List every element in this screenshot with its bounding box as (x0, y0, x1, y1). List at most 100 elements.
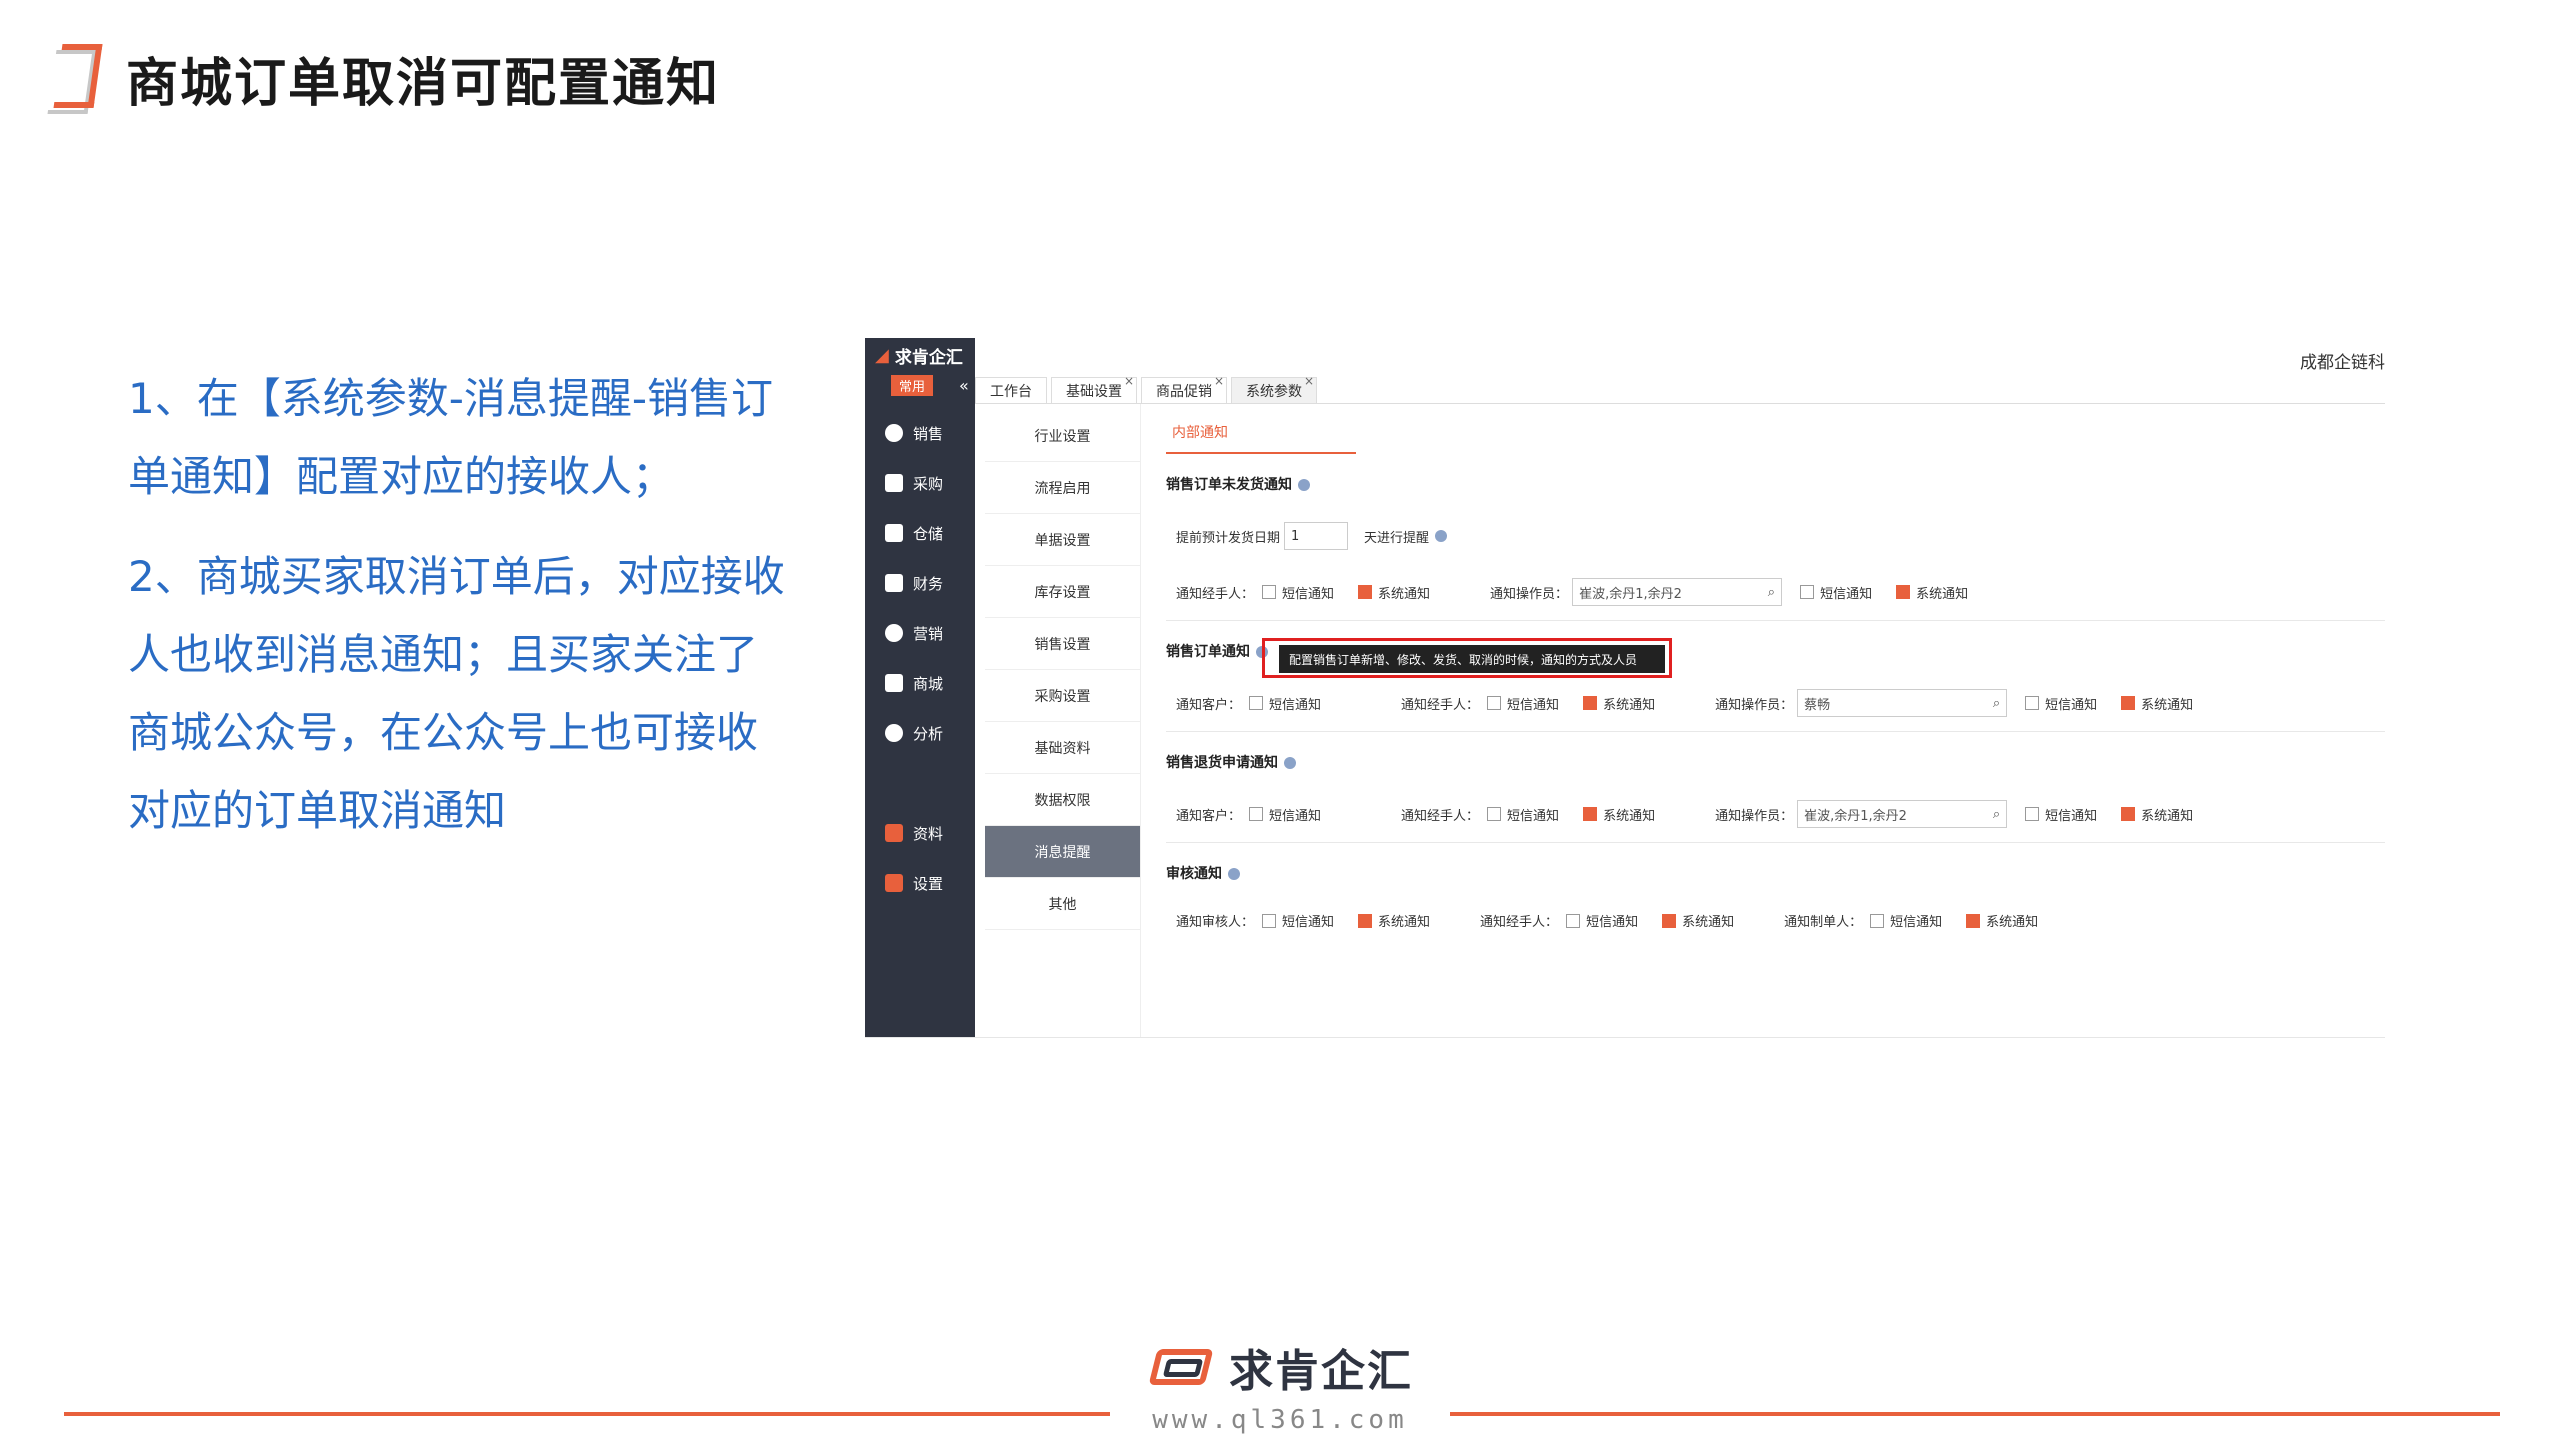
sms-option[interactable]: 短信通知 (2021, 694, 2097, 713)
nav-item-sales[interactable]: 销售 (865, 408, 975, 458)
sys-option[interactable]: 系统通知 (1892, 583, 1968, 602)
sub-item[interactable]: 数据权限 (985, 774, 1140, 826)
checkbox[interactable] (1358, 585, 1373, 599)
checkbox[interactable] (1870, 913, 1885, 928)
sms-option[interactable]: 短信通知 (2021, 805, 2097, 824)
data-icon (885, 824, 903, 842)
sub-item[interactable]: 基础资料 (985, 722, 1140, 774)
notify-row: 通知客户： 短信通知 通知经手人： 短信通知 系统通知 通知操作员： 蔡畅 ⌕ 短… (1166, 689, 2385, 717)
tab-promotion[interactable]: 商品促销 × (1141, 374, 1227, 403)
checkbox[interactable] (1896, 585, 1911, 599)
sys-option[interactable]: 系统通知 (1354, 911, 1430, 930)
search-icon[interactable]: ⌕ (1993, 696, 2000, 711)
option-label: 短信通知 (1282, 915, 1335, 930)
sms-option[interactable]: 短信通知 (1245, 805, 1321, 824)
checkbox[interactable] (1800, 585, 1815, 599)
days-suffix: 天进行提醒 (1364, 530, 1430, 546)
sys-option[interactable]: 系统通知 (1579, 694, 1655, 713)
nav-label: 营销 (913, 624, 944, 643)
nav-item-data[interactable]: 资料 (865, 808, 975, 858)
nav-item-settings[interactable]: 设置 (865, 858, 975, 908)
sub-item[interactable]: 单据设置 (985, 514, 1140, 566)
checkbox[interactable] (1249, 807, 1264, 821)
sub-item[interactable]: 行业设置 (985, 410, 1140, 462)
option-label: 短信通知 (2045, 808, 2098, 824)
sys-option[interactable]: 系统通知 (2117, 694, 2193, 713)
close-icon[interactable]: × (1304, 374, 1314, 388)
sms-option[interactable]: 短信通知 (1258, 911, 1334, 930)
sub-item[interactable]: 流程启用 (985, 462, 1140, 514)
sub-item-message-reminder[interactable]: 消息提醒 (985, 826, 1140, 878)
operator-value: 崔波,余丹1,余丹2 (1804, 808, 1907, 824)
nav-item-storage[interactable]: 仓储 (865, 508, 975, 558)
operator-field[interactable]: 崔波,余丹1,余丹2 ⌕ (1572, 578, 1783, 606)
close-icon[interactable]: × (1124, 374, 1134, 388)
section-title-text: 销售订单未发货通知 (1166, 477, 1292, 493)
search-icon[interactable]: ⌕ (1768, 585, 1775, 600)
checkbox[interactable] (2121, 696, 2136, 710)
checkbox[interactable] (1262, 585, 1277, 599)
days-input[interactable]: 1 (1284, 522, 1349, 550)
checkbox[interactable] (1583, 696, 1598, 710)
nav-item-finance[interactable]: 财务 (865, 558, 975, 608)
tab-label: 工作台 (990, 383, 1032, 400)
sms-option[interactable]: 短信通知 (1562, 911, 1638, 930)
help-icon[interactable] (1298, 479, 1310, 491)
checkbox[interactable] (1566, 913, 1581, 928)
sms-option[interactable]: 短信通知 (1245, 694, 1321, 713)
handler-label: 通知经手人： (1401, 697, 1480, 713)
sys-option[interactable]: 系统通知 (1658, 911, 1734, 930)
tab-internal-notice[interactable]: 内部通知 (1166, 418, 1356, 454)
slide: 商城订单取消可配置通知 1、在【系统参数-消息提醒-销售订单通知】配置对应的接收… (0, 0, 2560, 1440)
sub-item[interactable]: 采购设置 (985, 670, 1140, 722)
nav-item-mall[interactable]: 商城 (865, 658, 975, 708)
sms-option[interactable]: 短信通知 (1483, 694, 1559, 713)
nav-item-analysis[interactable]: 分析 (865, 708, 975, 758)
content: 内部通知 销售订单未发货通知 提前预计发货日期 1 天进行提醒 通知经手人： 短… (1140, 404, 2385, 1037)
tab-basic-settings[interactable]: 基础设置 × (1051, 374, 1137, 403)
description: 1、在【系统参数-消息提醒-销售订单通知】配置对应的接收人； 2、商城买家取消订… (128, 360, 788, 872)
sms-option[interactable]: 短信通知 (1796, 583, 1872, 602)
checkbox[interactable] (1662, 913, 1677, 928)
sys-option[interactable]: 系统通知 (2117, 805, 2193, 824)
help-icon[interactable] (1435, 530, 1448, 542)
operator-field[interactable]: 蔡畅 ⌕ (1797, 689, 2008, 717)
search-icon[interactable]: ⌕ (1993, 807, 2000, 822)
sys-option[interactable]: 系统通知 (1354, 583, 1430, 602)
sub-item[interactable]: 销售设置 (985, 618, 1140, 670)
tab-system-params[interactable]: 系统参数 × (1231, 374, 1317, 403)
brand-name: 求肯企汇 (1229, 1346, 1413, 1397)
checkbox[interactable] (2025, 696, 2040, 710)
help-icon[interactable] (1284, 757, 1296, 769)
checkbox[interactable] (1262, 913, 1277, 928)
sys-option[interactable]: 系统通知 (1962, 911, 2038, 930)
tab-workbench[interactable]: 工作台 (975, 377, 1047, 403)
notify-row: 通知经手人： 短信通知 系统通知 通知操作员： 崔波,余丹1,余丹2 ⌕ 短信通知… (1166, 578, 2385, 606)
sms-option[interactable]: 短信通知 (1258, 583, 1334, 602)
sms-option[interactable]: 短信通知 (1483, 805, 1559, 824)
checkbox[interactable] (1358, 913, 1373, 928)
checkbox[interactable] (1583, 807, 1598, 821)
checkbox[interactable] (1487, 696, 1502, 710)
customer-label: 通知客户： (1176, 697, 1242, 713)
checkbox[interactable] (2121, 807, 2136, 821)
nav-label: 设置 (913, 874, 944, 893)
collapse-icon[interactable]: « (959, 376, 969, 395)
checkbox[interactable] (1487, 807, 1502, 821)
sub-item[interactable]: 其他 (985, 878, 1140, 930)
mall-icon (885, 674, 903, 692)
nav-item-purchase[interactable]: 采购 (865, 458, 975, 508)
close-icon[interactable]: × (1214, 374, 1224, 388)
checkbox[interactable] (1966, 913, 1981, 928)
checkbox[interactable] (2025, 807, 2040, 821)
option-label: 短信通知 (1890, 915, 1943, 930)
common-tag[interactable]: 常用 (891, 374, 934, 396)
checkbox[interactable] (1249, 696, 1264, 710)
operator-field[interactable]: 崔波,余丹1,余丹2 ⌕ (1797, 800, 2008, 828)
sys-option[interactable]: 系统通知 (1579, 805, 1655, 824)
help-icon[interactable] (1228, 868, 1240, 880)
sms-option[interactable]: 短信通知 (1866, 911, 1942, 930)
sub-item[interactable]: 库存设置 (985, 566, 1140, 618)
nav-item-marketing[interactable]: 营销 (865, 608, 975, 658)
footer-brand: 求肯企汇 www.ql361.com (1110, 1330, 1450, 1440)
